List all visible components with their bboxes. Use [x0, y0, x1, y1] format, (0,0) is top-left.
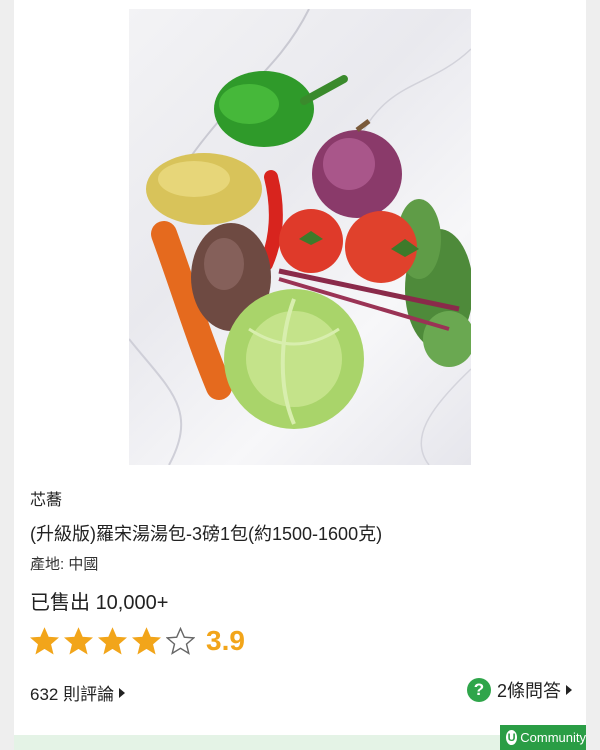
- caret-right-icon: [119, 687, 126, 698]
- sold-label: 已售出: [30, 592, 96, 614]
- caret-right-icon: [566, 685, 572, 695]
- star-filled-icon: [98, 626, 127, 654]
- rating-value: 3.9: [206, 625, 245, 656]
- watermark-text: Community: [520, 730, 586, 745]
- product-image[interactable]: [129, 9, 471, 465]
- sold-count: 已售出 10,000+: [30, 586, 168, 615]
- brand-name[interactable]: 芯蕎: [30, 486, 62, 510]
- sold-value: 10,000+: [95, 592, 169, 614]
- origin-value: 中國: [68, 556, 99, 573]
- star-rating: [30, 626, 200, 656]
- star-filled-icon: [64, 626, 93, 654]
- product-card: 芯蕎 (升級版)羅宋湯湯包-3磅1包(約1500-1600克) 產地: 中國 已…: [14, 0, 586, 750]
- question-icon: ?: [466, 678, 491, 702]
- rating-row: 3.9: [30, 624, 245, 658]
- star-empty-icon: [166, 626, 195, 655]
- star-filled-icon: [132, 626, 161, 654]
- u-logo-icon: U: [506, 730, 518, 745]
- star-filled-icon: [30, 626, 59, 654]
- qa-link[interactable]: ? 2條問答: [466, 677, 572, 703]
- origin-info: 產地: 中國: [30, 553, 98, 574]
- qa-count: 2條問答: [496, 681, 561, 701]
- product-title: (升級版)羅宋湯湯包-3磅1包(約1500-1600克): [30, 524, 383, 544]
- origin-label: 產地:: [30, 556, 69, 573]
- vegetables-photo: [129, 9, 471, 465]
- u-community-watermark: U Community: [500, 725, 586, 750]
- reviews-count: 632 則評論: [30, 685, 115, 704]
- reviews-link[interactable]: 632 則評論: [30, 680, 126, 705]
